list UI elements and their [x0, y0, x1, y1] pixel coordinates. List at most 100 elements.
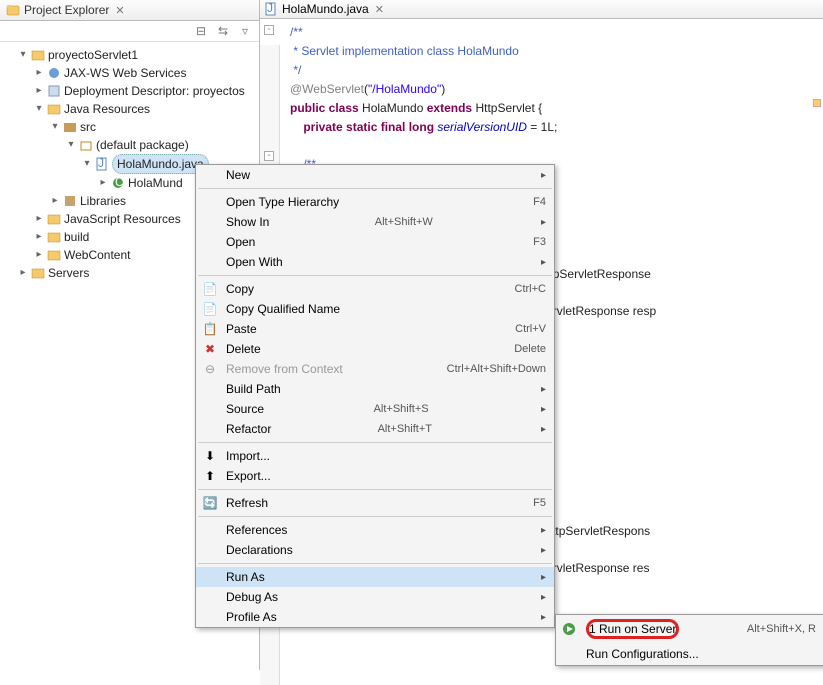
- refresh-icon: 🔄: [202, 495, 218, 511]
- class-icon: C: [111, 176, 125, 190]
- java-file-icon: J: [95, 157, 109, 171]
- menu-refactor[interactable]: RefactorAlt+Shift+T ▸: [196, 419, 554, 439]
- menu-open[interactable]: OpenF3: [196, 232, 554, 252]
- build-icon: [47, 230, 61, 244]
- jaxws-node[interactable]: JAX-WS Web Services: [64, 64, 186, 82]
- run-on-server-label: 1 Run on Server: [586, 619, 679, 639]
- submenu-arrow-icon: ▸: [538, 424, 546, 435]
- jaxws-icon: [47, 66, 61, 80]
- svg-text:J: J: [267, 2, 273, 15]
- run-server-icon: [562, 622, 576, 636]
- menu-declarations[interactable]: Declarations▸: [196, 540, 554, 560]
- copy-icon: 📄: [202, 281, 218, 297]
- menu-source[interactable]: SourceAlt+Shift+S ▸: [196, 399, 554, 419]
- import-icon: ⬇: [202, 448, 218, 464]
- export-icon: ⬆: [202, 468, 218, 484]
- code-token: "/HolaMundo": [368, 82, 441, 96]
- webcontent-node[interactable]: WebContent: [64, 246, 131, 264]
- servers-icon: [31, 266, 45, 280]
- separator: [198, 516, 552, 517]
- close-icon[interactable]: ✕: [115, 4, 124, 17]
- delete-icon: ✖: [202, 341, 218, 357]
- webcontent-icon: [47, 248, 61, 262]
- libraries-icon: [63, 194, 77, 208]
- code-token: @WebServlet: [290, 82, 364, 96]
- code-token: public class: [290, 101, 362, 115]
- menu-references[interactable]: References▸: [196, 520, 554, 540]
- jsres-node[interactable]: JavaScript Resources: [64, 210, 181, 228]
- warning-marker-icon[interactable]: [813, 99, 821, 107]
- code-line: * Servlet implementation class HolaMundo: [290, 44, 519, 58]
- context-menu: New▸ Open Type HierarchyF4 Show InAlt+Sh…: [195, 164, 555, 628]
- menu-run-as[interactable]: Run As▸: [196, 567, 554, 587]
- menu-build-path[interactable]: Build Path▸: [196, 379, 554, 399]
- servers-node[interactable]: Servers: [48, 264, 89, 282]
- src-folder-icon: [63, 120, 77, 134]
- code-line: */: [290, 63, 301, 77]
- javares-icon: [47, 102, 61, 116]
- dd-node[interactable]: Deployment Descriptor: proyectos: [64, 82, 245, 100]
- project-explorer-title: Project Explorer: [24, 3, 109, 17]
- separator: [198, 563, 552, 564]
- dd-icon: [47, 84, 61, 98]
- class-node[interactable]: HolaMund: [128, 174, 183, 192]
- menu-debug-as[interactable]: Debug As▸: [196, 587, 554, 607]
- fold-marker-icon[interactable]: -: [264, 25, 274, 35]
- submenu-arrow-icon: ▸: [541, 592, 546, 603]
- explorer-toolbar: ⊟ ⇆ ▿: [0, 21, 259, 42]
- menu-refresh[interactable]: 🔄RefreshF5: [196, 493, 554, 513]
- copy-icon: 📄: [202, 301, 218, 317]
- link-editor-icon[interactable]: ⇆: [215, 23, 231, 39]
- menu-delete[interactable]: ✖DeleteDelete: [196, 339, 554, 359]
- submenu-arrow-icon: ▸: [541, 525, 546, 536]
- submenu-arrow-icon: ▸: [538, 217, 546, 228]
- menu-paste[interactable]: 📋PasteCtrl+V: [196, 319, 554, 339]
- view-menu-icon[interactable]: ▿: [237, 23, 253, 39]
- menu-export[interactable]: ⬆Export...: [196, 466, 554, 486]
- fold-marker-icon[interactable]: -: [264, 151, 274, 161]
- jsres-icon: [47, 212, 61, 226]
- editor-tab[interactable]: J HolaMundo.java ✕: [260, 0, 823, 19]
- project-icon: [31, 48, 45, 62]
- javares-node[interactable]: Java Resources: [64, 100, 150, 118]
- project-explorer-tab[interactable]: Project Explorer ✕: [0, 0, 259, 21]
- code-token: extends: [427, 101, 476, 115]
- submenu-arrow-icon: ▸: [541, 572, 546, 583]
- close-icon[interactable]: ✕: [375, 3, 384, 16]
- project-node[interactable]: proyectoServlet1: [48, 46, 138, 64]
- menu-show-in[interactable]: Show InAlt+Shift+W ▸: [196, 212, 554, 232]
- collapse-all-icon[interactable]: ⊟: [193, 23, 209, 39]
- menu-import[interactable]: ⬇Import...: [196, 446, 554, 466]
- submenu-arrow-icon: ▸: [541, 170, 546, 181]
- code-token: private static final long: [290, 120, 437, 134]
- submenu-arrow-icon: ▸: [541, 612, 546, 623]
- editor-tab-title: HolaMundo.java: [282, 2, 369, 16]
- package-node[interactable]: (default package): [96, 136, 189, 154]
- separator: [198, 188, 552, 189]
- svg-text:J: J: [98, 157, 104, 170]
- submenu-arrow-icon: ▸: [541, 545, 546, 556]
- menu-copy-qualified[interactable]: 📄Copy Qualified Name: [196, 299, 554, 319]
- submenu-arrow-icon: ▸: [541, 384, 546, 395]
- menu-new[interactable]: New▸: [196, 165, 554, 185]
- menu-open-with[interactable]: Open With▸: [196, 252, 554, 272]
- svg-text:C: C: [115, 176, 124, 189]
- src-node[interactable]: src: [80, 118, 96, 136]
- menu-profile-as[interactable]: Profile As▸: [196, 607, 554, 627]
- submenu-run-configurations[interactable]: Run Configurations...: [556, 643, 823, 665]
- package-icon: [79, 138, 93, 152]
- code-token: serialVersionUID: [437, 120, 527, 134]
- separator: [198, 442, 552, 443]
- build-node[interactable]: build: [64, 228, 89, 246]
- libraries-node[interactable]: Libraries: [80, 192, 126, 210]
- java-file-icon: J: [264, 2, 278, 16]
- menu-remove-context: ⊖Remove from ContextCtrl+Alt+Shift+Down: [196, 359, 554, 379]
- paste-icon: 📋: [202, 321, 218, 337]
- menu-copy[interactable]: 📄CopyCtrl+C: [196, 279, 554, 299]
- separator: [198, 489, 552, 490]
- separator: [198, 275, 552, 276]
- menu-open-type-hierarchy[interactable]: Open Type HierarchyF4: [196, 192, 554, 212]
- submenu-run-on-server[interactable]: 1 Run on Server Alt+Shift+X, R: [556, 615, 823, 643]
- remove-icon: ⊖: [202, 361, 218, 377]
- shortcut-text: Alt+Shift+X, R: [747, 623, 816, 635]
